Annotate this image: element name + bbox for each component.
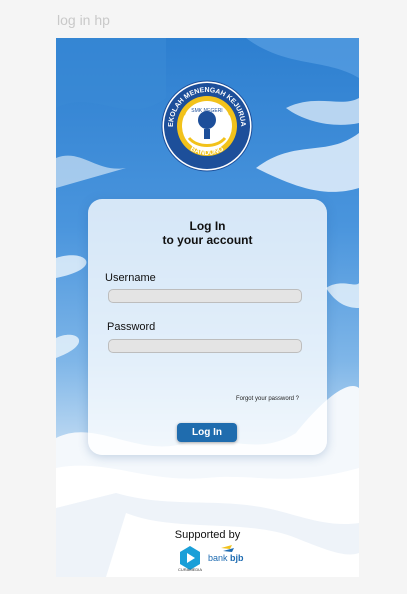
login-button[interactable]: Log In xyxy=(177,423,237,442)
sponsor-curamedia-name: CURAMEDIA xyxy=(177,567,202,572)
username-label: Username xyxy=(105,272,156,284)
emblem-center-text: SMK NEGERI xyxy=(191,108,222,114)
username-input[interactable] xyxy=(108,289,302,303)
sponsor-bank-prefix: bank xyxy=(208,553,231,563)
frame-label: log in hp xyxy=(57,12,110,28)
login-card: Log In to your account Username Password… xyxy=(88,199,327,455)
login-title: Log In xyxy=(189,219,226,233)
login-subtitle: to your account xyxy=(162,233,253,247)
password-input[interactable] xyxy=(108,339,302,353)
phone-screen: SEKOLAH MENENGAH KEJURUAN BANDUNG SMK NE… xyxy=(56,38,359,577)
supported-by-label: Supported by xyxy=(174,529,241,541)
sponsor-bank-bjb-name: bank bjb xyxy=(208,553,244,563)
forgot-password-link[interactable]: Forgot your password ? xyxy=(236,396,299,402)
school-emblem: SEKOLAH MENENGAH KEJURUAN BANDUNG SMK NE… xyxy=(161,80,253,172)
sponsor-bank-bjb: bjb xyxy=(230,553,244,563)
password-label: Password xyxy=(107,321,156,333)
